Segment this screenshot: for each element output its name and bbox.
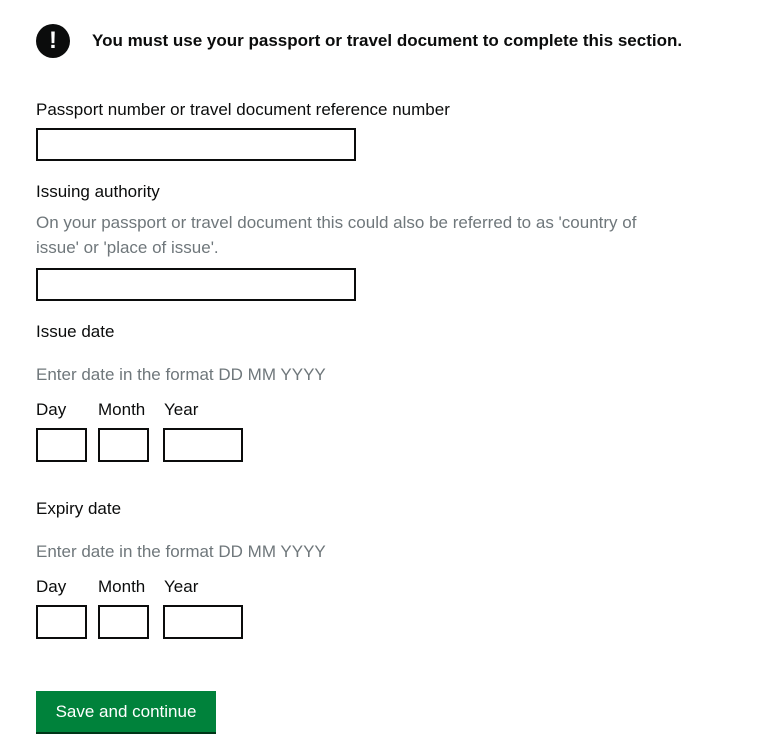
expiry-month-input[interactable] (98, 605, 149, 639)
passport-number-label: Passport number or travel document refer… (36, 100, 450, 119)
issuing-authority-hint-line-2: issue' or 'place of issue'. (36, 238, 219, 257)
issue-month-label: Month (98, 400, 146, 419)
issue-day-input[interactable] (36, 428, 87, 462)
exclamation-icon: ! (36, 24, 70, 58)
save-and-continue-button[interactable]: Save and continue (36, 691, 216, 732)
issuing-authority-input[interactable] (36, 268, 356, 301)
issue-day-label: Day (36, 400, 67, 419)
expiry-month-label: Month (98, 577, 146, 596)
issue-date-legend: Issue date (36, 322, 115, 341)
expiry-year-label: Year (164, 577, 199, 596)
expiry-day-input[interactable] (36, 605, 87, 639)
expiry-year-input[interactable] (163, 605, 243, 639)
issue-year-input[interactable] (163, 428, 243, 462)
expiry-day-label: Day (36, 577, 67, 596)
issuing-authority-hint-line-1: On your passport or travel document this… (36, 213, 637, 232)
issuing-authority-hint: On your passport or travel document this… (36, 210, 736, 260)
issue-date-hint: Enter date in the format DD MM YYYY (36, 365, 326, 384)
expiry-date-hint: Enter date in the format DD MM YYYY (36, 542, 326, 561)
passport-details-form: ! You must use your passport or travel d… (0, 0, 765, 752)
issue-month-input[interactable] (98, 428, 149, 462)
expiry-date-legend: Expiry date (36, 499, 122, 518)
issuing-authority-label: Issuing authority (36, 182, 160, 201)
warning-text: You must use your passport or travel doc… (92, 31, 683, 50)
passport-number-input[interactable] (36, 128, 356, 161)
issue-year-label: Year (164, 400, 199, 419)
